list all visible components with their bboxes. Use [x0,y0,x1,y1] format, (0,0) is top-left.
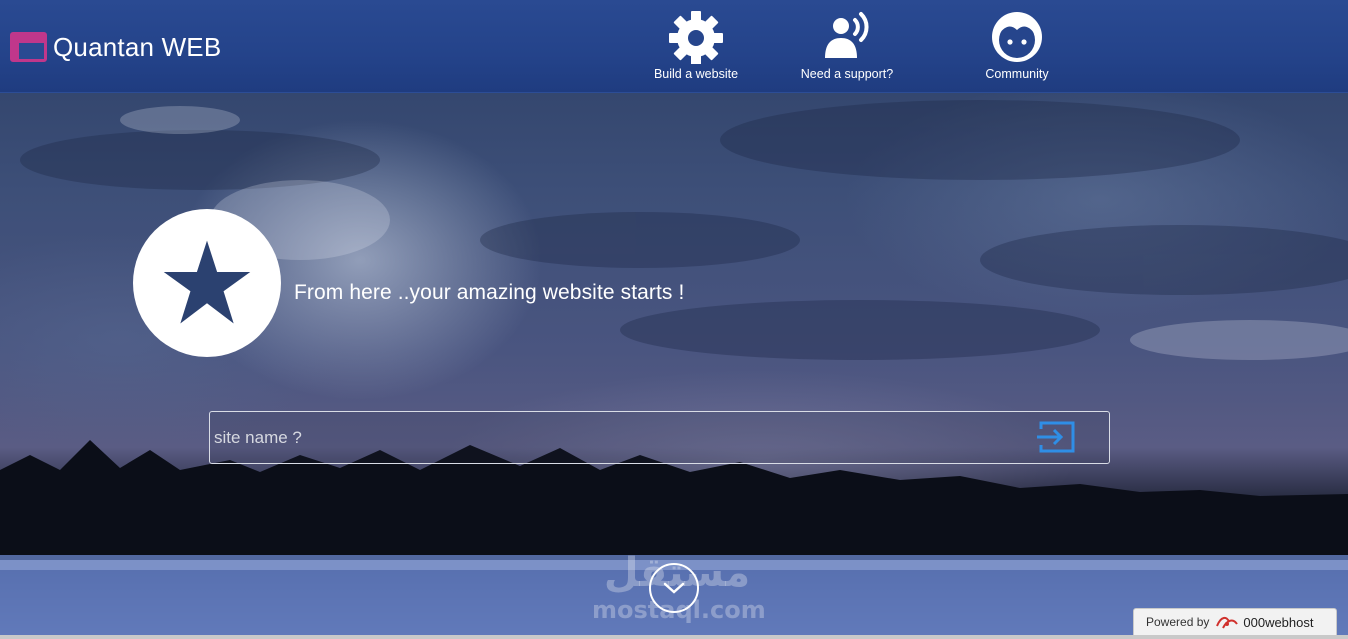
bottom-strip [0,635,1348,639]
nav-community[interactable]: Community [952,8,1082,88]
nav-build-website[interactable]: Build a website [631,8,761,88]
star-icon [163,240,251,324]
powered-by-badge[interactable]: Powered by 000webhost [1133,608,1337,636]
top-navigation-bar: Quantan WEB Build a website Need a suppo… [0,0,1348,93]
window-icon [10,32,47,62]
site-name-search [209,411,1110,464]
nav-label: Community [985,67,1049,81]
powered-by-label: Powered by [1146,615,1210,629]
scroll-down-button[interactable] [649,563,699,613]
powered-by-brand: 000webhost [1243,614,1314,630]
sign-in-icon [1037,421,1075,452]
nav-label: Build a website [653,67,739,81]
star-badge [133,209,281,357]
chevron-down-icon [663,582,685,594]
brand-logo[interactable]: Quantan WEB [10,30,221,64]
face-icon [992,12,1042,62]
support-speaker-icon [825,12,869,58]
site-name-input[interactable] [211,413,1031,462]
submit-button[interactable] [1034,418,1080,458]
brand-title: Quantan WEB [53,31,222,62]
nav-label: Need a support? [800,67,894,81]
000webhost-logo-icon [1216,616,1239,629]
gear-icon [669,11,723,64]
hero-tagline: From here ..your amazing website starts … [294,281,685,304]
nav-support[interactable]: Need a support? [782,8,912,88]
